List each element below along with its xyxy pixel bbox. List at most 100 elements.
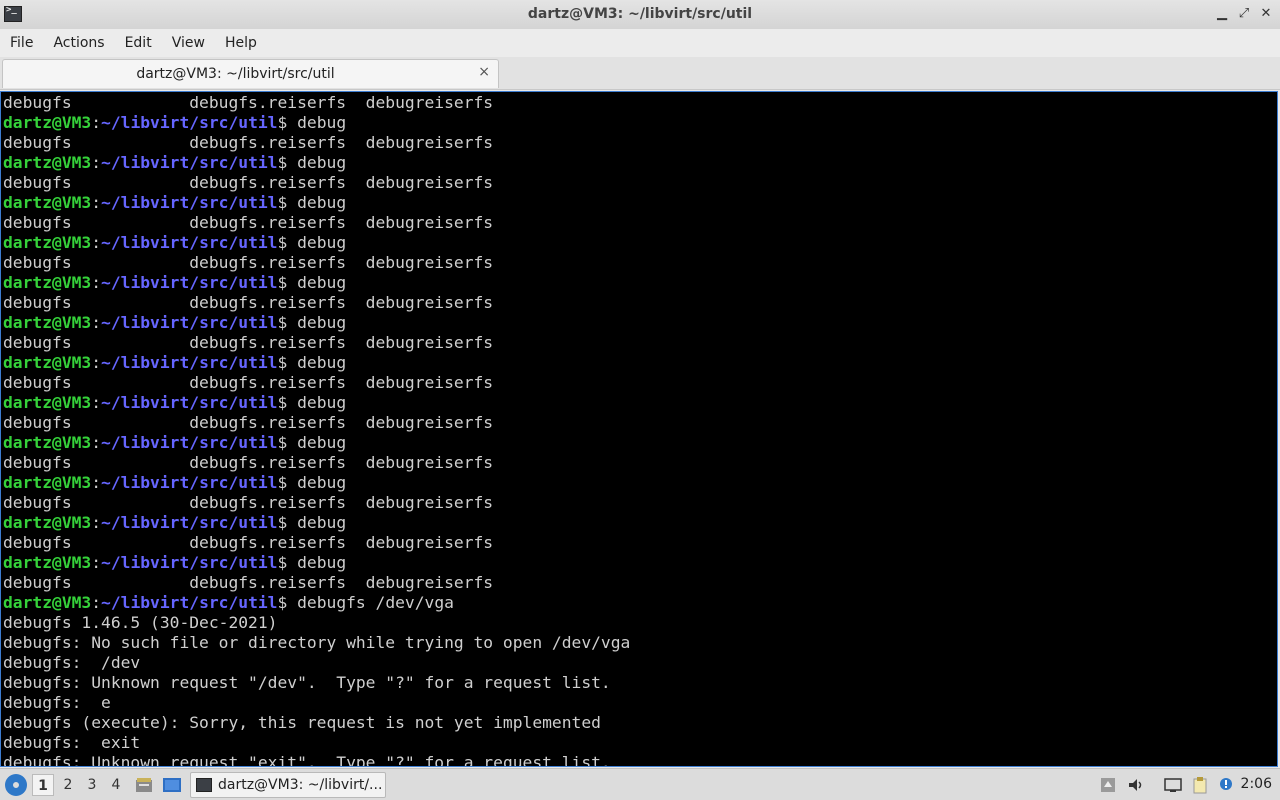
command-text: debug: [297, 313, 347, 332]
output-line: debugfs debugfs.reiserfs debugreiserfs: [3, 253, 630, 273]
command-text: debug: [297, 433, 347, 452]
prompt-dollar: $: [277, 153, 298, 172]
workspace-3[interactable]: 3: [81, 774, 103, 796]
prompt-separator: :: [91, 113, 102, 132]
prompt-path: ~/libvirt/src/util: [101, 273, 278, 292]
output-line: debugfs: Unknown request "/dev". Type "?…: [3, 673, 630, 693]
command-text: debug: [297, 273, 347, 292]
prompt-separator: :: [91, 473, 102, 492]
prompt-dollar: $: [277, 513, 298, 532]
output-line: debugfs debugfs.reiserfs debugreiserfs: [3, 93, 630, 113]
output-text: debugfs: exit: [3, 733, 141, 752]
prompt-line: dartz@VM3:~/libvirt/src/util$ debug: [3, 433, 630, 453]
prompt-dollar: $: [277, 473, 298, 492]
prompt-line: dartz@VM3:~/libvirt/src/util$ debug: [3, 113, 630, 133]
tab-bar: dartz@VM3: ~/libvirt/src/util ×: [0, 57, 1280, 90]
command-text: debug: [297, 233, 347, 252]
command-text: debug: [297, 513, 347, 532]
prompt-path: ~/libvirt/src/util: [101, 313, 278, 332]
output-text: debugfs debugfs.reiserfs debugreiserfs: [3, 413, 494, 432]
maximize-button[interactable]: ⤢: [1236, 5, 1252, 23]
output-text: debugfs debugfs.reiserfs debugreiserfs: [3, 93, 494, 112]
output-text: debugfs debugfs.reiserfs debugreiserfs: [3, 293, 494, 312]
prompt-line: dartz@VM3:~/libvirt/src/util$ debug: [3, 553, 630, 573]
prompt-separator: :: [91, 353, 102, 372]
output-line: debugfs debugfs.reiserfs debugreiserfs: [3, 173, 630, 193]
menu-file[interactable]: File: [0, 35, 43, 51]
command-text: debug: [297, 353, 347, 372]
prompt-line: dartz@VM3:~/libvirt/src/util$ debug: [3, 353, 630, 373]
prompt-path: ~/libvirt/src/util: [101, 553, 278, 572]
terminal-tab[interactable]: dartz@VM3: ~/libvirt/src/util ×: [2, 59, 499, 88]
prompt-dollar: $: [277, 353, 298, 372]
prompt-path: ~/libvirt/src/util: [101, 473, 278, 492]
command-text: debug: [297, 193, 347, 212]
prompt-user: dartz@VM3: [3, 433, 92, 452]
start-menu-icon[interactable]: [5, 774, 27, 796]
output-line: debugfs: Unknown request "exit". Type "?…: [3, 753, 630, 767]
command-text: debug: [297, 113, 347, 132]
window-titlebar[interactable]: dartz@VM3: ~/libvirt/src/util ▁ ⤢ ✕: [0, 0, 1280, 30]
prompt-user: dartz@VM3: [3, 553, 92, 572]
prompt-user: dartz@VM3: [3, 473, 92, 492]
output-text: debugfs: Unknown request "exit". Type "?…: [3, 753, 611, 767]
menu-edit[interactable]: Edit: [115, 35, 162, 51]
prompt-separator: :: [91, 273, 102, 292]
taskbar-terminal-button[interactable]: dartz@VM3: ~/libvirt/...: [190, 772, 386, 798]
prompt-dollar: $: [277, 273, 298, 292]
output-text: debugfs debugfs.reiserfs debugreiserfs: [3, 373, 494, 392]
workspace-4[interactable]: 4: [105, 774, 127, 796]
output-text: debugfs (execute): Sorry, this request i…: [3, 713, 601, 732]
prompt-dollar: $: [277, 193, 298, 212]
workspace-2[interactable]: 2: [57, 774, 79, 796]
tab-close-icon[interactable]: ×: [478, 64, 490, 80]
file-manager-icon[interactable]: [134, 775, 154, 795]
output-line: debugfs: /dev: [3, 653, 630, 673]
volume-icon[interactable]: [1127, 776, 1145, 794]
output-text: debugfs debugfs.reiserfs debugreiserfs: [3, 453, 494, 472]
prompt-user: dartz@VM3: [3, 273, 92, 292]
prompt-dollar: $: [277, 393, 298, 412]
prompt-separator: :: [91, 193, 102, 212]
storage-icon[interactable]: [1099, 776, 1117, 794]
prompt-separator: :: [91, 433, 102, 452]
terminal-lines: debugfs debugfs.reiserfs debugreiserfs da…: [3, 93, 630, 767]
prompt-line: dartz@VM3:~/libvirt/src/util$ debug: [3, 273, 630, 293]
output-text: debugfs 1.46.5 (30-Dec-2021): [3, 613, 278, 632]
output-line: debugfs: exit: [3, 733, 630, 753]
prompt-path: ~/libvirt/src/util: [101, 433, 278, 452]
prompt-dollar: $: [277, 233, 298, 252]
show-desktop-icon[interactable]: [162, 775, 182, 795]
menu-help[interactable]: Help: [215, 35, 267, 51]
prompt-separator: :: [91, 233, 102, 252]
minimize-button[interactable]: ▁: [1214, 5, 1230, 23]
output-line: debugfs debugfs.reiserfs debugreiserfs: [3, 373, 630, 393]
output-line: debugfs debugfs.reiserfs debugreiserfs: [3, 133, 630, 153]
taskbar: 1 2 3 4 dartz@VM3: ~/libvirt/... 2:06: [0, 768, 1280, 800]
notification-icon[interactable]: [1217, 776, 1235, 794]
prompt-user: dartz@VM3: [3, 513, 92, 532]
clock[interactable]: 2:06: [1241, 776, 1272, 792]
prompt-path: ~/libvirt/src/util: [101, 193, 278, 212]
output-line: debugfs debugfs.reiserfs debugreiserfs: [3, 413, 630, 433]
clipboard-icon[interactable]: [1191, 776, 1209, 794]
terminal-output[interactable]: debugfs debugfs.reiserfs debugreiserfs da…: [0, 91, 1278, 767]
prompt-separator: :: [91, 393, 102, 412]
prompt-user: dartz@VM3: [3, 393, 92, 412]
output-line: debugfs debugfs.reiserfs debugreiserfs: [3, 533, 630, 553]
output-line: debugfs debugfs.reiserfs debugreiserfs: [3, 453, 630, 473]
output-text: debugfs debugfs.reiserfs debugreiserfs: [3, 333, 494, 352]
output-text: debugfs debugfs.reiserfs debugreiserfs: [3, 213, 494, 232]
prompt-path: ~/libvirt/src/util: [101, 233, 278, 252]
output-text: debugfs debugfs.reiserfs debugreiserfs: [3, 253, 494, 272]
prompt-line: dartz@VM3:~/libvirt/src/util$ debugfs /d…: [3, 593, 630, 613]
menu-view[interactable]: View: [162, 35, 215, 51]
menu-actions[interactable]: Actions: [43, 35, 114, 51]
close-button[interactable]: ✕: [1258, 5, 1274, 23]
output-line: debugfs (execute): Sorry, this request i…: [3, 713, 630, 733]
prompt-user: dartz@VM3: [3, 193, 92, 212]
menu-bar: File Actions Edit View Help: [0, 29, 1280, 57]
window-title: dartz@VM3: ~/libvirt/src/util: [527, 6, 753, 22]
workspace-1[interactable]: 1: [32, 774, 54, 796]
network-icon[interactable]: [1164, 776, 1182, 794]
